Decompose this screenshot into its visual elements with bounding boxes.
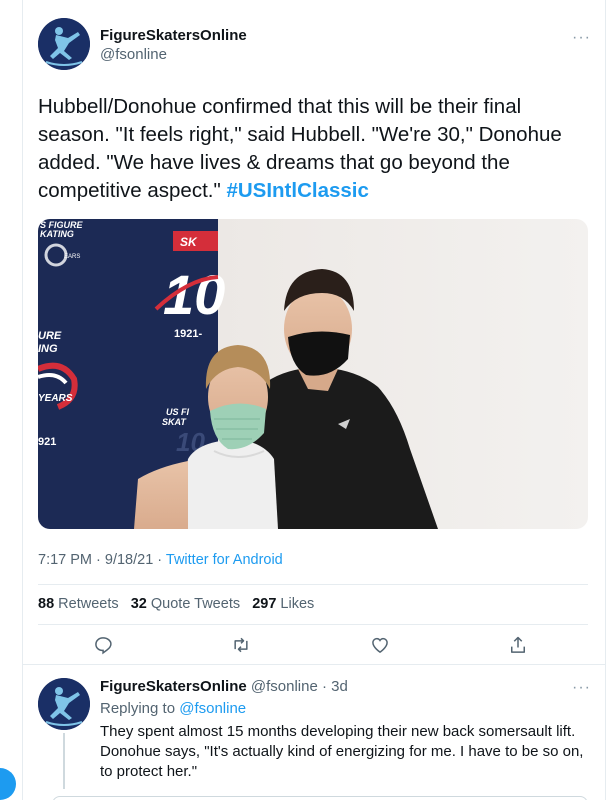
- tweet-timestamp[interactable]: 7:17 PM · 9/18/21 · Twitter for Android: [38, 552, 283, 568]
- next-card-edge: [52, 796, 588, 800]
- compose-button[interactable]: [0, 768, 16, 800]
- replying-to: Replying to @fsonline: [100, 700, 247, 717]
- likes-stat[interactable]: 297 Likes: [252, 596, 314, 612]
- author-handle[interactable]: @fsonline: [100, 46, 167, 63]
- hashtag-link[interactable]: #USIntlClassic: [226, 179, 368, 202]
- divider: [22, 664, 606, 665]
- divider: [38, 584, 588, 585]
- author-avatar[interactable]: [38, 18, 90, 70]
- svg-text:KATING: KATING: [40, 229, 74, 239]
- like-icon[interactable]: [365, 630, 395, 660]
- svg-text:EARS: EARS: [64, 254, 80, 260]
- tweet-time[interactable]: 7:17 PM · 9/18/21 ·: [38, 552, 166, 568]
- engagement-stats: 88 Retweets 32 Quote Tweets 297 Likes: [38, 596, 314, 612]
- svg-text:1921-: 1921-: [174, 328, 202, 340]
- reply-handle-time[interactable]: @fsonline · 3d: [247, 678, 348, 695]
- author-name[interactable]: FigureSkatersOnline: [100, 27, 247, 44]
- retweet-icon[interactable]: [226, 630, 256, 660]
- svg-text:SK: SK: [180, 235, 198, 249]
- tweet-photo[interactable]: S FIGURE KATING EARS SK 10 1921- URE ING…: [38, 219, 588, 529]
- svg-text:921: 921: [38, 436, 56, 448]
- reply-more-options-icon[interactable]: ···: [572, 680, 591, 696]
- tweet-text: Hubbell/Donohue confirmed that this will…: [38, 93, 568, 205]
- tweet-source[interactable]: Twitter for Android: [166, 552, 283, 568]
- svg-text:YEARS: YEARS: [38, 393, 73, 404]
- more-options-icon[interactable]: ···: [572, 30, 591, 46]
- retweets-stat[interactable]: 88 Retweets: [38, 596, 119, 612]
- mention-link[interactable]: @fsonline: [179, 700, 246, 717]
- divider: [38, 624, 588, 625]
- svg-text:ING: ING: [38, 343, 58, 355]
- reply-icon[interactable]: [88, 630, 118, 660]
- reply-header[interactable]: FigureSkatersOnline @fsonline · 3d: [100, 678, 348, 695]
- share-icon[interactable]: [503, 630, 533, 660]
- svg-text:URE: URE: [38, 330, 62, 342]
- thread-line: [63, 733, 65, 789]
- action-bar: [38, 630, 588, 660]
- timeline-left-border: [22, 0, 23, 800]
- svg-text:SKAT: SKAT: [162, 417, 187, 427]
- reply-author-avatar[interactable]: [38, 678, 90, 730]
- reply-author-name[interactable]: FigureSkatersOnline: [100, 678, 247, 695]
- svg-text:US FI: US FI: [166, 407, 190, 417]
- reply-text: They spent almost 15 months developing t…: [100, 723, 584, 780]
- quote-tweets-stat[interactable]: 32 Quote Tweets: [131, 596, 240, 612]
